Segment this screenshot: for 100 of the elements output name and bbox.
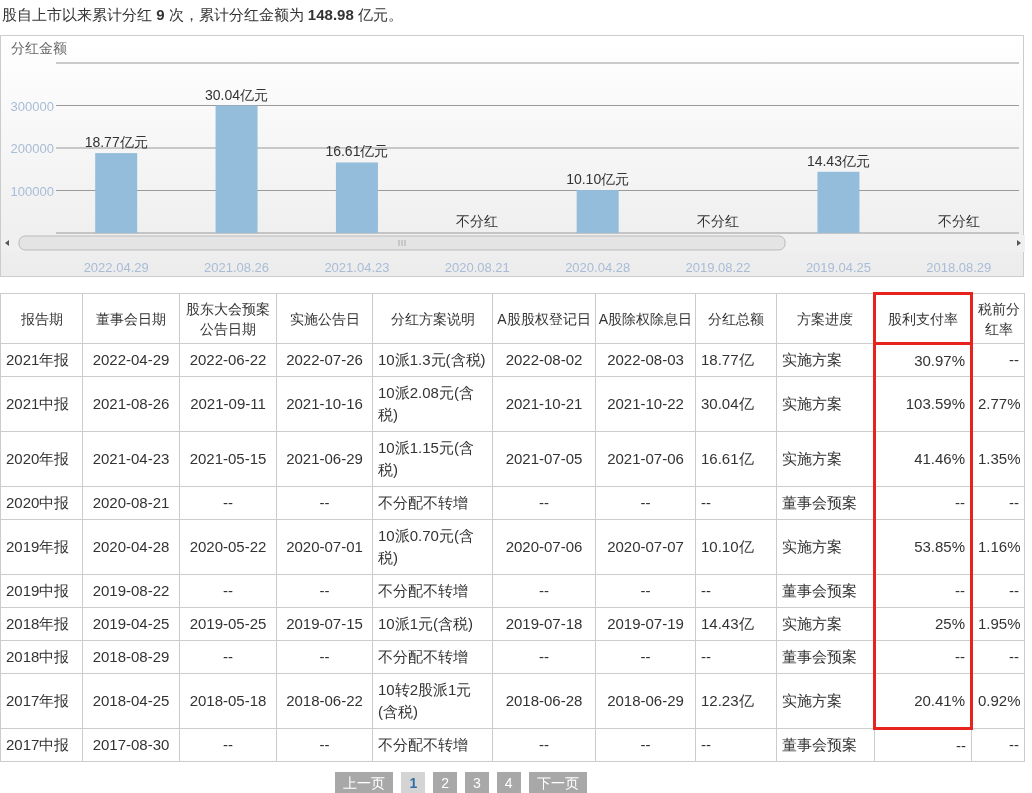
- table-cell: 10派1.3元(含税): [372, 343, 493, 377]
- column-header: A股除权除息日: [595, 293, 696, 344]
- table-cell: --: [874, 640, 972, 674]
- table-cell: 2021-04-23: [82, 431, 180, 487]
- table-cell: --: [595, 640, 696, 674]
- table-cell: --: [971, 343, 1025, 377]
- data-label: 不分红: [697, 213, 740, 229]
- table-cell: --: [874, 486, 972, 520]
- x-axis-label: 2020.04.28: [565, 260, 631, 275]
- table-cell: 2020中报: [0, 486, 83, 520]
- page-button[interactable]: 1: [401, 772, 426, 793]
- table-cell: 2020-07-01: [276, 519, 373, 575]
- table-cell: 2017-08-30: [82, 728, 180, 762]
- table-cell: --: [971, 574, 1025, 608]
- table-cell: 2018-06-29: [595, 673, 696, 729]
- table-cell: 10派1.15元(含税): [372, 431, 493, 487]
- table-cell: 2022-06-22: [179, 343, 277, 377]
- table-cell: 10.10亿: [695, 519, 777, 575]
- table-cell: 2021-09-11: [179, 376, 277, 432]
- table-cell: 2018-06-22: [276, 673, 373, 729]
- table-cell: 10派0.70元(含税): [372, 519, 493, 575]
- table-cell: 不分配不转增: [372, 574, 493, 608]
- table-cell: --: [595, 486, 696, 520]
- table-cell: --: [179, 728, 277, 762]
- table-cell: 2021-05-15: [179, 431, 277, 487]
- table-cell: 2021-06-29: [276, 431, 373, 487]
- table-cell: 2021中报: [0, 376, 83, 432]
- data-label: 18.77亿元: [84, 134, 148, 151]
- table-cell: 2020-07-07: [595, 519, 696, 575]
- table-cell: 2021-10-16: [276, 376, 373, 432]
- page-button[interactable]: 4: [496, 772, 521, 793]
- bar: [576, 190, 619, 233]
- data-label: 10.10亿元: [566, 171, 630, 188]
- table-cell: 2019-04-25: [82, 607, 180, 641]
- column-header: 报告期: [0, 293, 83, 344]
- table-cell: 25%: [874, 607, 972, 641]
- table-cell: 10派2.08元(含税): [372, 376, 493, 432]
- table-cell: 2020-05-22: [179, 519, 277, 575]
- table-cell: 2017中报: [0, 728, 83, 762]
- table-cell: 53.85%: [874, 519, 972, 575]
- table-cell: 2020-08-21: [82, 486, 180, 520]
- y-axis-label: 100000: [10, 183, 54, 199]
- table-cell: --: [492, 640, 596, 674]
- page-button[interactable]: 2: [433, 772, 457, 793]
- page-button[interactable]: 上一页: [335, 772, 394, 793]
- table-cell: --: [695, 574, 777, 608]
- table-cell: --: [971, 486, 1025, 520]
- x-axis-label: 2019.08.22: [685, 260, 751, 275]
- table-cell: 10派1元(含税): [372, 607, 493, 641]
- table-cell: --: [492, 486, 596, 520]
- data-label: 16.61亿元: [325, 143, 389, 160]
- table-cell: 30.04亿: [695, 376, 777, 432]
- table-cell: 2020-07-06: [492, 519, 596, 575]
- table-cell: 1.35%: [971, 431, 1025, 487]
- column-header: 方案进度: [776, 293, 875, 344]
- column-header: 股东大会预案公告日期: [179, 293, 277, 344]
- table-cell: 16.61亿: [695, 431, 777, 487]
- table-cell: 0.92%: [971, 673, 1025, 729]
- table-cell: 2019-05-25: [179, 607, 277, 641]
- table-cell: --: [695, 640, 777, 674]
- table-cell: 不分配不转增: [372, 728, 493, 762]
- x-axis-label: 2021.08.26: [204, 260, 270, 275]
- table-cell: --: [179, 486, 277, 520]
- table-cell: 2021-10-22: [595, 376, 696, 432]
- x-axis-label: 2021.04.23: [324, 260, 390, 275]
- table-cell: 2018-04-25: [82, 673, 180, 729]
- table-cell: 不分配不转增: [372, 486, 493, 520]
- table-cell: 不分配不转增: [372, 640, 493, 674]
- table-cell: 20.41%: [874, 673, 972, 729]
- table-cell: --: [695, 728, 777, 762]
- table-cell: --: [874, 728, 972, 762]
- column-header: A股股权登记日: [492, 293, 596, 344]
- y-axis-label: 300000: [10, 98, 54, 114]
- data-label: 14.43亿元: [806, 152, 870, 169]
- table-cell: 2019年报: [0, 519, 83, 575]
- x-axis-label: 2022.04.29: [83, 260, 149, 275]
- table-cell: 41.46%: [874, 431, 972, 487]
- table-cell: 2019中报: [0, 574, 83, 608]
- summary-text: 股自上市以来累计分红 9 次，累计分红金额为 148.98 亿元。: [1, 5, 404, 25]
- table-cell: --: [492, 574, 596, 608]
- table-cell: 2018年报: [0, 607, 83, 641]
- column-header: 分红总额: [695, 293, 777, 344]
- table-cell: 2019-07-18: [492, 607, 596, 641]
- table-cell: 2020年报: [0, 431, 83, 487]
- table-cell: 2017年报: [0, 673, 83, 729]
- column-header: 实施公告日: [276, 293, 373, 344]
- table-cell: 2022-04-29: [82, 343, 180, 377]
- page-button[interactable]: 下一页: [528, 772, 587, 793]
- table-cell: 2022-08-03: [595, 343, 696, 377]
- table-cell: 2019-07-19: [595, 607, 696, 641]
- table-cell: 2018-05-18: [179, 673, 277, 729]
- table-cell: --: [276, 486, 373, 520]
- data-label: 不分红: [456, 213, 499, 229]
- page-button[interactable]: 3: [465, 772, 489, 793]
- table-cell: 2021年报: [0, 343, 83, 377]
- table-cell: 2020-04-28: [82, 519, 180, 575]
- table-cell: 14.43亿: [695, 607, 777, 641]
- table-cell: 2.77%: [971, 376, 1025, 432]
- column-header: 分红方案说明: [372, 293, 493, 344]
- table-cell: --: [971, 640, 1025, 674]
